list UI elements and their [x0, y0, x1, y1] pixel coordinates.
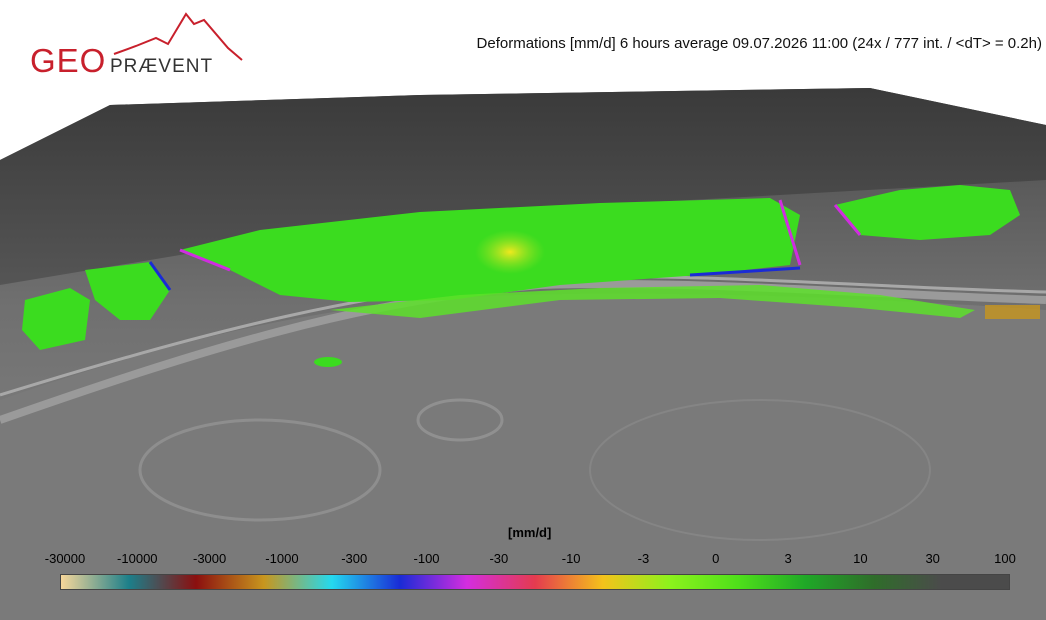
legend-color-segment: [602, 575, 671, 589]
legend-color-segment: [467, 575, 535, 589]
legend-color-segment: [535, 575, 603, 589]
legend-tick-label: 0: [712, 551, 720, 566]
deformation-patch-orange: [985, 305, 1040, 319]
legend-tick-label: 100: [994, 551, 1016, 566]
legend-ticks: -30000 -10000 -3000 -1000 -300 -100 -30 -10 -3 0 3…: [0, 551, 1046, 571]
legend-tick-label: -10000: [117, 551, 158, 566]
legend-tick-label: -1000: [265, 551, 299, 566]
logo-praevent-text: PRÆVENT: [110, 56, 214, 77]
legend-tick-label: -30000: [44, 551, 86, 566]
legend-color-bar: [60, 574, 1010, 590]
legend-color-segment: [941, 575, 1009, 589]
legend-color-segment: [61, 575, 129, 589]
legend-unit-label: [mm/d]: [508, 525, 552, 540]
legend-tick-label: 30: [925, 551, 940, 566]
legend-color-segment: [873, 575, 942, 589]
deformation-hotspot: [475, 230, 545, 274]
legend-tick-label: -300: [341, 551, 368, 566]
legend-tick-label: -3000: [192, 551, 227, 566]
legend-color-segment: [128, 575, 197, 589]
legend-tick-label: -3: [637, 551, 650, 566]
legend-color-segment: [264, 575, 332, 589]
legend-color-segment: [196, 575, 265, 589]
legend-tick-label: 3: [784, 551, 792, 566]
logo-geo-text: GEO: [30, 42, 107, 79]
legend-tick-label: -30: [489, 551, 509, 566]
map-title: Deformations [mm/d] 6 hours average 09.0…: [476, 35, 1042, 52]
legend-color-segment: [331, 575, 400, 589]
legend-color-segment: [670, 575, 739, 589]
legend-color-segment: [805, 575, 874, 589]
legend-tick-label: 10: [853, 551, 868, 566]
deformation-patch-small: [314, 357, 342, 367]
legend-tick-label: -100: [413, 551, 440, 566]
legend-color-segment: [399, 575, 468, 589]
legend-tick-label: -10: [561, 551, 581, 566]
legend-color-segment: [738, 575, 806, 589]
geopraevent-logo: GEO PRÆVENT: [26, 10, 246, 80]
